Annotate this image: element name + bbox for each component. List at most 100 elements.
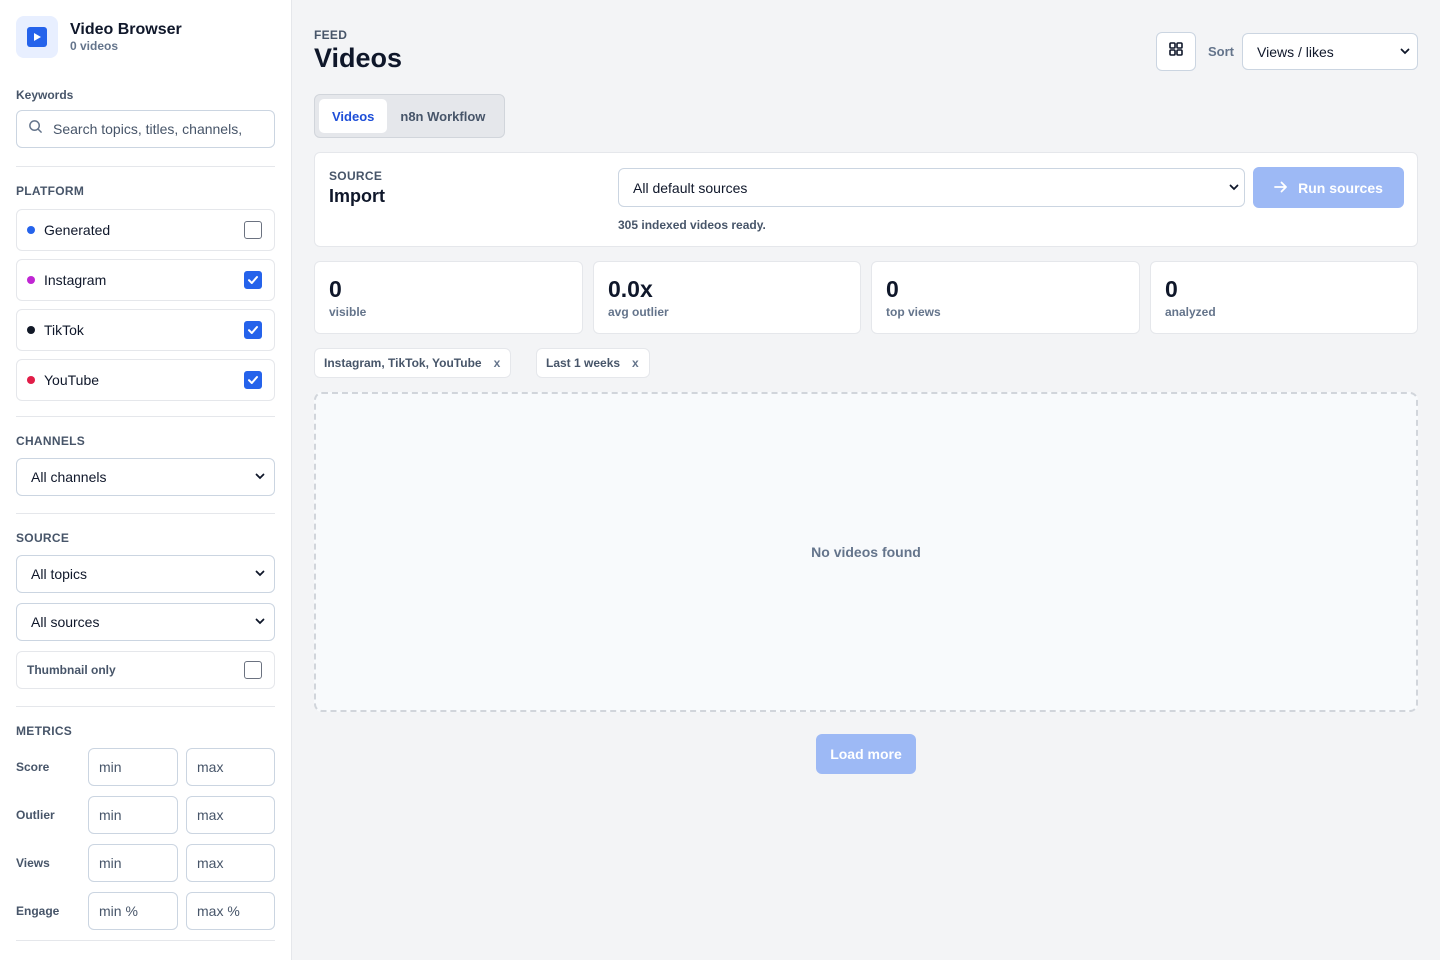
filter-chip-label: Instagram, TikTok, YouTube bbox=[324, 356, 482, 370]
app-title: Video Browser bbox=[70, 21, 182, 38]
tab-n8n-workflow[interactable]: n8n Workflow bbox=[387, 99, 498, 133]
chevron-down-icon bbox=[1399, 44, 1411, 60]
tab-videos[interactable]: Videos bbox=[319, 99, 388, 133]
sort-label: Sort bbox=[1208, 44, 1234, 59]
platform-generated[interactable]: Generated bbox=[16, 209, 275, 251]
metrics-section-title: METRICS bbox=[16, 724, 73, 738]
sidebar: Video Browser 0 videos Keywords PLATFORM… bbox=[0, 0, 292, 960]
sort-select[interactable]: Views / likes bbox=[1242, 33, 1418, 70]
grid-view-button[interactable] bbox=[1156, 32, 1196, 71]
stat-value: 0 bbox=[329, 276, 342, 302]
metrics-list: Score min max Outlier min max Views min … bbox=[16, 748, 275, 930]
remove-filter-button[interactable]: x bbox=[494, 356, 501, 370]
video-count: 0 videos bbox=[70, 39, 119, 53]
run-sources-label: Run sources bbox=[1298, 179, 1383, 196]
platform-label: Instagram bbox=[44, 272, 107, 288]
thumbnail-only-label: Thumbnail only bbox=[27, 663, 116, 677]
channels-select-value: All channels bbox=[31, 469, 107, 485]
source-title: Import bbox=[329, 186, 385, 206]
platform-dot bbox=[27, 326, 35, 334]
platform-dot bbox=[27, 226, 35, 234]
thumbnail-only-toggle[interactable]: Thumbnail only bbox=[16, 651, 275, 689]
stat-value: 0.0x bbox=[608, 276, 653, 302]
check-icon bbox=[248, 326, 258, 334]
platform-instagram[interactable]: Instagram bbox=[16, 259, 275, 301]
chevron-down-icon bbox=[254, 614, 266, 630]
engage-max-input[interactable]: max % bbox=[186, 892, 275, 930]
empty-state: No videos found bbox=[314, 392, 1418, 712]
stat-value: 0 bbox=[1165, 276, 1178, 302]
check-icon bbox=[248, 276, 258, 284]
filter-chip-label: Last 1 weeks bbox=[546, 356, 621, 370]
brand: Video Browser 0 videos bbox=[16, 16, 275, 58]
page-title: Videos bbox=[314, 43, 403, 73]
instagram-checkbox[interactable] bbox=[244, 271, 262, 289]
topics-select-value: All topics bbox=[31, 566, 88, 582]
default-sources-select[interactable]: All default sources bbox=[618, 168, 1245, 207]
keywords-label: Keywords bbox=[16, 88, 74, 102]
load-more-button[interactable]: Load more bbox=[816, 734, 916, 774]
platform-list: Generated Instagram TikTok YouTube bbox=[16, 209, 275, 401]
source-section-title: SOURCE bbox=[16, 531, 70, 545]
channels-select[interactable]: All channels bbox=[16, 458, 275, 496]
check-icon bbox=[248, 376, 258, 384]
score-min-input[interactable]: min bbox=[88, 748, 178, 786]
metric-views: Views min max bbox=[16, 844, 275, 882]
platform-tiktok[interactable]: TikTok bbox=[16, 309, 275, 351]
stat-label: visible bbox=[329, 305, 367, 319]
metric-label: Engage bbox=[16, 904, 60, 918]
source-status: 305 indexed videos ready. bbox=[618, 218, 766, 232]
topics-select[interactable]: All topics bbox=[16, 555, 275, 593]
platform-youtube[interactable]: YouTube bbox=[16, 359, 275, 401]
platform-section-title: PLATFORM bbox=[16, 184, 85, 198]
sources-select-value: All sources bbox=[31, 614, 100, 630]
chevron-down-icon bbox=[254, 469, 266, 485]
metric-label: Outlier bbox=[16, 808, 55, 822]
grid-icon bbox=[1169, 42, 1183, 61]
metric-outlier: Outlier min max bbox=[16, 796, 275, 834]
platform-label: TikTok bbox=[44, 322, 84, 338]
empty-message: No videos found bbox=[811, 544, 921, 560]
platform-dot bbox=[27, 376, 35, 384]
chevron-down-icon bbox=[254, 566, 266, 582]
divider bbox=[16, 513, 275, 514]
platform-label: Generated bbox=[44, 222, 111, 238]
stat-value: 0 bbox=[886, 276, 899, 302]
default-sources-value: All default sources bbox=[633, 179, 748, 196]
outlier-max-input[interactable]: max bbox=[186, 796, 275, 834]
main-content: FEED Videos Sort Views / likes Videos n8… bbox=[314, 0, 1418, 960]
divider bbox=[16, 416, 275, 417]
sort-select-value: Views / likes bbox=[1257, 43, 1334, 60]
score-max-input[interactable]: max bbox=[186, 748, 275, 786]
chevron-down-icon bbox=[1228, 180, 1240, 196]
sources-select[interactable]: All sources bbox=[16, 603, 275, 641]
tiktok-checkbox[interactable] bbox=[244, 321, 262, 339]
engage-min-input[interactable]: min % bbox=[88, 892, 178, 930]
app-logo bbox=[16, 16, 58, 58]
divider bbox=[16, 940, 275, 941]
source-import-card: SOURCE Import All default sources Run so… bbox=[314, 152, 1418, 247]
thumbnail-only-checkbox[interactable] bbox=[244, 661, 262, 679]
run-sources-button[interactable]: Run sources bbox=[1253, 167, 1404, 208]
views-min-input[interactable]: min bbox=[88, 844, 178, 882]
stat-top-views: 0 top views bbox=[871, 261, 1140, 334]
youtube-checkbox[interactable] bbox=[244, 371, 262, 389]
view-tabs: Videos n8n Workflow bbox=[314, 94, 505, 138]
outlier-min-input[interactable]: min bbox=[88, 796, 178, 834]
channels-section-title: CHANNELS bbox=[16, 434, 86, 448]
search-icon bbox=[28, 119, 43, 139]
stat-avg-outlier: 0.0x avg outlier bbox=[593, 261, 861, 334]
generated-checkbox[interactable] bbox=[244, 221, 262, 239]
views-max-input[interactable]: max bbox=[186, 844, 275, 882]
stat-label: top views bbox=[886, 305, 941, 319]
platform-dot bbox=[27, 276, 35, 284]
remove-filter-button[interactable]: x bbox=[632, 356, 639, 370]
search-input[interactable] bbox=[53, 121, 258, 137]
arrow-right-icon bbox=[1274, 180, 1288, 196]
stat-label: avg outlier bbox=[608, 305, 669, 319]
page-eyebrow: FEED bbox=[314, 28, 348, 42]
search-field[interactable] bbox=[16, 110, 275, 148]
stat-visible: 0 visible bbox=[314, 261, 583, 334]
source-eyebrow: SOURCE bbox=[329, 169, 383, 183]
divider bbox=[16, 706, 275, 707]
